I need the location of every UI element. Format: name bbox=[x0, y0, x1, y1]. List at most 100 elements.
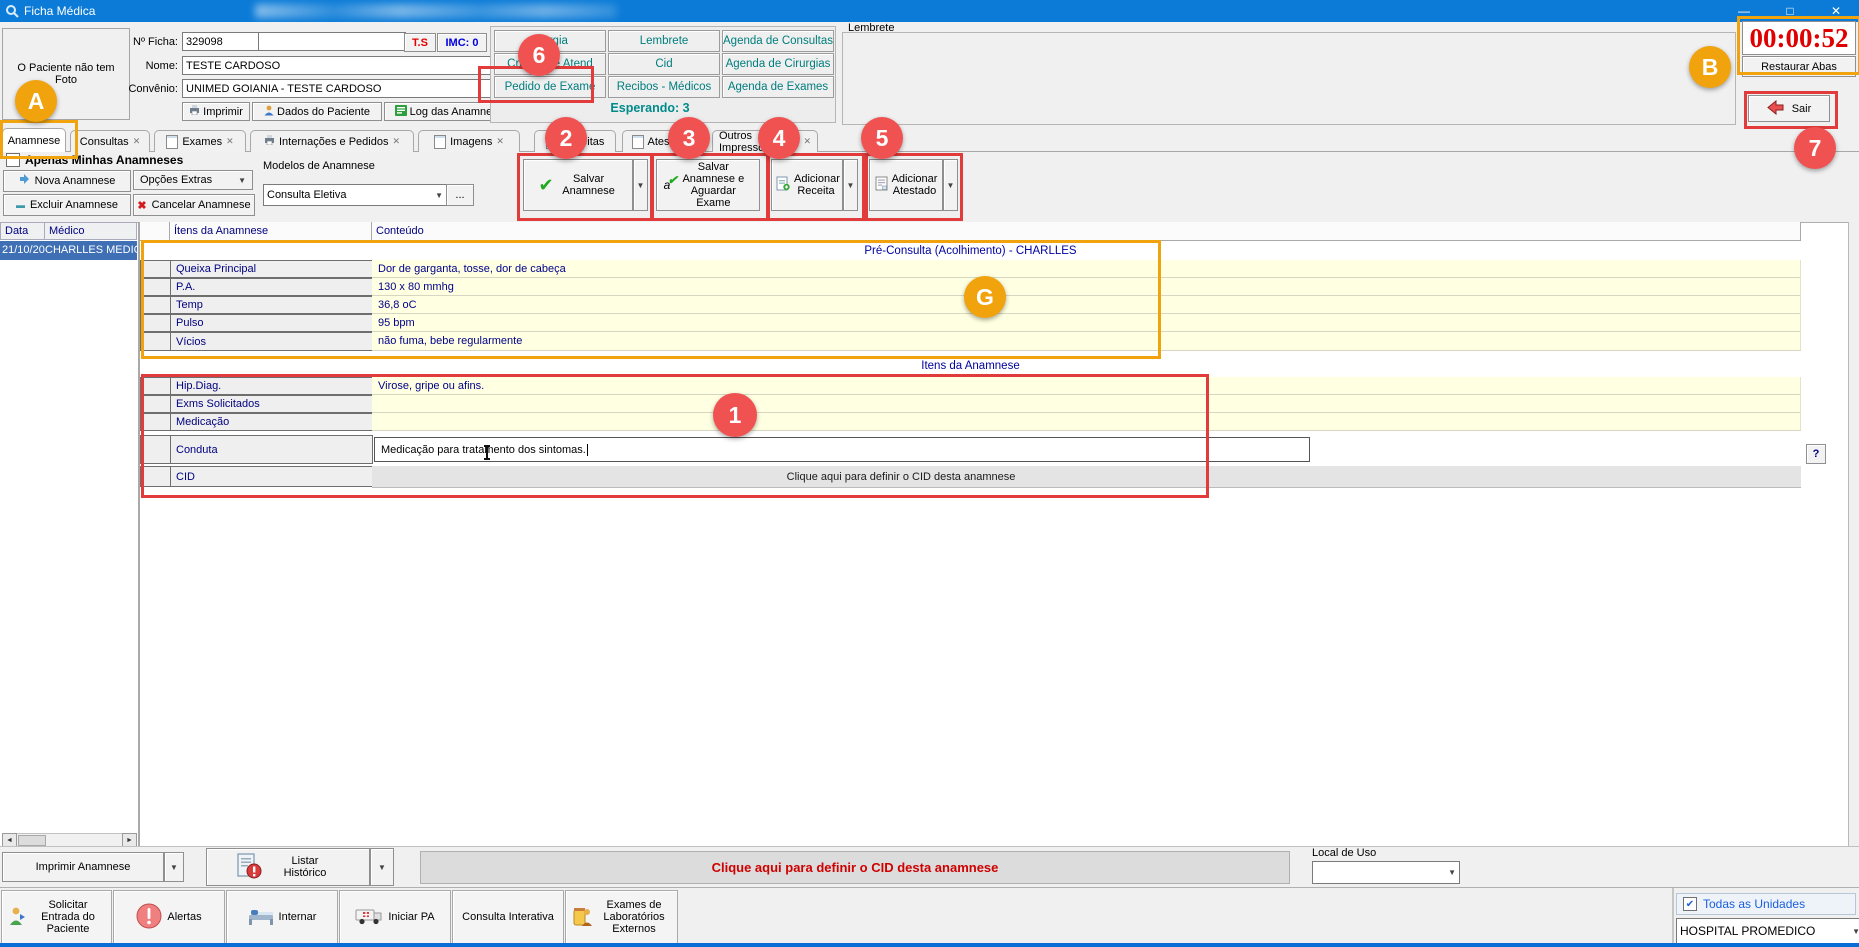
excluir-anamnese-button[interactable]: ▬ Excluir Anamnese bbox=[3, 194, 131, 216]
modelo-anamnese-select[interactable]: Consulta Eletiva▼ bbox=[263, 184, 447, 206]
listar-historico-dropdown[interactable]: ▼ bbox=[370, 848, 394, 886]
tab-anamnese[interactable]: Anamnese bbox=[2, 128, 66, 152]
ts-button[interactable]: T.S bbox=[404, 33, 436, 52]
salvar-anamnese-button[interactable]: ✔ Salvar Anamnese bbox=[523, 159, 633, 211]
table-row-label[interactable]: Hip.Diag. bbox=[170, 377, 373, 395]
iniciar-pa-button[interactable]: Iniciar PA bbox=[339, 890, 451, 944]
consulta-interativa-button[interactable]: Consulta Interativa bbox=[452, 890, 564, 944]
apenas-minhas-filter[interactable]: Apenas Minhas Anamneses bbox=[6, 153, 183, 167]
row-indicator bbox=[140, 413, 171, 431]
tab-consultas[interactable]: Consultas✕ bbox=[70, 130, 150, 152]
modelo-more-button[interactable]: ... bbox=[446, 184, 474, 206]
imprimir-button[interactable]: Imprimir bbox=[182, 102, 250, 121]
vertical-scrollbar[interactable] bbox=[1848, 222, 1859, 846]
table-row-label[interactable]: Temp bbox=[170, 296, 373, 314]
chevron-down-icon: ▼ bbox=[847, 181, 855, 190]
exames-lab-externos-button[interactable]: Exames de Laboratórios Externos bbox=[565, 890, 678, 944]
table-header-itens[interactable]: Ítens da Anamnese bbox=[170, 222, 372, 241]
table-row-label[interactable]: Vícios bbox=[170, 332, 373, 351]
table-header-conteudo[interactable]: Conteúdo bbox=[372, 222, 1801, 241]
cid-define-link[interactable]: Clique aqui para definir o CID desta ana… bbox=[372, 466, 1430, 487]
history-col-medico[interactable]: Médico bbox=[45, 222, 137, 240]
help-button[interactable]: ? bbox=[1806, 444, 1826, 464]
adicionar-receita-button[interactable]: Adicionar Receita bbox=[771, 159, 843, 211]
tab-close-icon[interactable]: ✕ bbox=[226, 136, 234, 147]
table-row-value[interactable] bbox=[372, 413, 1801, 431]
table-row-value[interactable]: Virose, gripe ou afins. bbox=[372, 377, 1801, 395]
conduta-edit-input[interactable]: Medicação para tratamento dos sintomas. bbox=[374, 437, 1310, 462]
salvar-aguardar-exame-button[interactable]: a✔ Salvar Anamnese e Aguardar Exame bbox=[656, 159, 760, 211]
ficha-input[interactable]: 329098 bbox=[182, 32, 260, 51]
opcoes-extras-button[interactable]: Opções Extras▼ bbox=[133, 170, 253, 190]
lembrete-panel bbox=[842, 32, 1736, 125]
table-row-value[interactable]: Dor de garganta, tosse, dor de cabeça bbox=[372, 260, 1801, 278]
row-indicator bbox=[140, 260, 171, 278]
listar-historico-button[interactable]: Listar Histórico bbox=[206, 848, 370, 886]
agenda-consultas-button[interactable]: Agenda de Consultas bbox=[722, 30, 834, 52]
table-row-label[interactable]: P.A. bbox=[170, 278, 373, 296]
imprimir-anamnese-button[interactable]: Imprimir Anamnese bbox=[2, 852, 164, 882]
cid-row-bar[interactable]: Clique aqui para definir o CID desta ana… bbox=[372, 466, 1801, 488]
salvar-anamnese-dropdown[interactable]: ▼ bbox=[633, 159, 648, 211]
cancelar-anamnese-button[interactable]: ✖ Cancelar Anamnese bbox=[133, 194, 255, 216]
tab-close-icon[interactable]: ✕ bbox=[392, 136, 400, 147]
dados-do-paciente-button[interactable]: Dados do Paciente bbox=[252, 102, 382, 121]
local-de-uso-label: Local de Uso bbox=[1312, 847, 1376, 859]
tab-close-icon[interactable]: ✕ bbox=[133, 136, 141, 147]
agenda-cirurgias-button[interactable]: Agenda de Cirurgias bbox=[722, 53, 834, 75]
tab-exames[interactable]: Exames✕ bbox=[154, 130, 246, 152]
local-de-uso-select[interactable]: ▼ bbox=[1312, 861, 1460, 884]
table-row-label[interactable]: Conduta bbox=[170, 435, 373, 464]
table-row-label[interactable]: Exms Solicitados bbox=[170, 395, 373, 413]
table-section-row: Pré-Consulta (Acolhimento) - CHARLLES bbox=[140, 241, 1801, 261]
todas-unidades-toggle[interactable]: ✔ Todas as Unidades bbox=[1676, 893, 1856, 915]
imc-button[interactable]: IMC: 0 bbox=[437, 33, 487, 52]
imprimir-anamnese-dropdown[interactable]: ▼ bbox=[164, 852, 184, 882]
history-col-data[interactable]: Data bbox=[0, 222, 45, 240]
table-row-value[interactable]: 36,8 oC bbox=[372, 296, 1801, 314]
minimize-button[interactable]: — bbox=[1721, 0, 1767, 22]
tab-internacoes-e-pedidos[interactable]: Internações e Pedidos✕ bbox=[250, 130, 414, 152]
lembrete-button[interactable]: Lembrete bbox=[608, 30, 720, 52]
checkbox-checked[interactable]: ✔ bbox=[1683, 897, 1697, 911]
internar-button[interactable]: Internar bbox=[226, 890, 338, 944]
history-row-selected[interactable]: 21/10/20 CHARLLES MEDICO bbox=[0, 241, 137, 260]
unidade-select[interactable]: HOSPITAL PROMEDICO▼ bbox=[1676, 918, 1859, 944]
table-row-value[interactable]: 95 bpm bbox=[372, 314, 1801, 332]
table-row-value[interactable]: não fuma, bebe regularmente bbox=[372, 332, 1801, 351]
nome-label: Nome: bbox=[108, 60, 178, 72]
sair-button[interactable]: Sair bbox=[1748, 95, 1830, 122]
convenio-input[interactable]: UNIMED GOIANIA - TESTE CARDOSO bbox=[182, 79, 496, 98]
solicitar-entrada-button[interactable]: Solicitar Entrada do Paciente bbox=[1, 890, 112, 944]
table-row-label[interactable]: Pulso bbox=[170, 314, 373, 332]
recibos-medicos-button[interactable]: Recibos - Médicos bbox=[608, 76, 720, 98]
scroll-thumb[interactable] bbox=[18, 835, 46, 846]
table-row-label[interactable]: CID bbox=[170, 466, 373, 487]
tab-imagens[interactable]: Imagens✕ bbox=[418, 130, 520, 152]
bed-icon bbox=[248, 906, 274, 929]
tab-close-icon[interactable]: ✕ bbox=[803, 136, 811, 147]
table-row-label[interactable]: Medicação bbox=[170, 413, 373, 431]
nome-input[interactable]: TESTE CARDOSO bbox=[182, 56, 496, 75]
table-row-label[interactable]: Queixa Principal bbox=[170, 260, 373, 278]
modelos-label: Modelos de Anamnese bbox=[263, 160, 375, 172]
alertas-button[interactable]: Alertas bbox=[113, 890, 225, 944]
table-row-value[interactable]: 130 x 80 mmhg bbox=[372, 278, 1801, 296]
pedido-de-exame-button[interactable]: Pedido de Exame bbox=[494, 76, 606, 98]
checkbox-unchecked[interactable] bbox=[6, 153, 20, 167]
ficha-secondary-input[interactable] bbox=[258, 32, 406, 51]
agenda-exames-button[interactable]: Agenda de Exames bbox=[722, 76, 834, 98]
table-row-value[interactable] bbox=[372, 395, 1801, 413]
tab-close-icon[interactable]: ✕ bbox=[496, 136, 504, 147]
close-button[interactable]: ✕ bbox=[1813, 0, 1859, 22]
chevron-down-icon: ▼ bbox=[637, 181, 645, 190]
adicionar-atestado-dropdown[interactable]: ▼ bbox=[943, 159, 958, 211]
adicionar-atestado-button[interactable]: Adicionar Atestado bbox=[869, 159, 943, 211]
cid-define-banner[interactable]: Clique aqui para definir o CID desta ana… bbox=[420, 851, 1290, 884]
patient-icon bbox=[264, 105, 274, 119]
adicionar-receita-dropdown[interactable]: ▼ bbox=[843, 159, 858, 211]
cid-button[interactable]: Cid bbox=[608, 53, 720, 75]
nova-anamnese-button[interactable]: Nova Anamnese bbox=[3, 170, 131, 192]
maximize-button[interactable]: □ bbox=[1767, 0, 1813, 22]
restaurar-abas-button[interactable]: Restaurar Abas bbox=[1742, 56, 1856, 77]
